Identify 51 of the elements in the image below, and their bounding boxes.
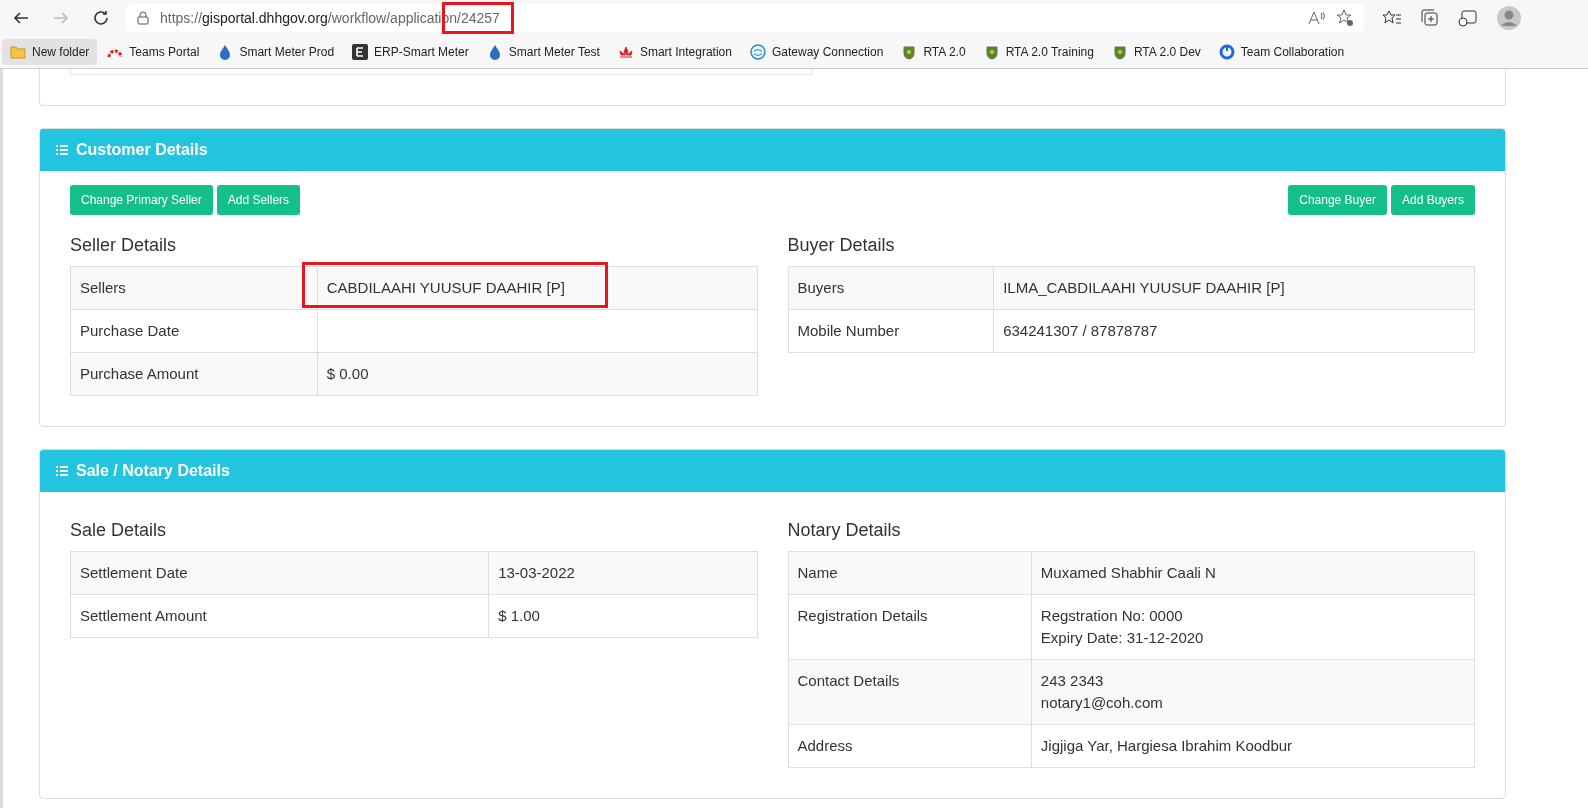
panel-heading: Buyer Details [787, 235, 896, 256]
section-title: Sale / Notary Details [76, 462, 230, 480]
reload-icon [92, 9, 110, 27]
browser-window-icon[interactable] [1458, 9, 1478, 27]
bookmark[interactable]: Teams Portal [99, 39, 208, 65]
letter-e-icon [352, 44, 369, 60]
section-title: Customer Details [76, 141, 208, 159]
label-cell: Buyers [788, 267, 995, 310]
favorites-icon[interactable] [1382, 9, 1402, 27]
lotus-icon [617, 44, 634, 60]
bookmark[interactable]: Smart Meter Test [478, 39, 608, 65]
list-icon [56, 144, 68, 156]
value-cell: $ 0.00 [317, 353, 757, 396]
bookmark[interactable]: RTA 2.0 Training [975, 39, 1102, 65]
crest-icon [983, 44, 1000, 60]
value-cell: Muxamed Shabhir Caali N [1031, 552, 1474, 595]
label-cell: Settlement Amount [71, 595, 490, 638]
crest-icon [901, 44, 918, 60]
collections-icon[interactable] [1420, 9, 1440, 27]
list-icon [56, 465, 68, 477]
value-cell: ILMA_CABDILAAHI YUUSUF DAAHIR [P] [994, 267, 1474, 310]
panel-heading: Seller Details [70, 235, 178, 256]
bookmark[interactable]: ERP-Smart Meter [344, 39, 477, 65]
bookmark[interactable]: Team Collaboration [1210, 39, 1353, 65]
panel-heading: Notary Details [787, 520, 902, 541]
folder-icon [10, 44, 26, 60]
bookmark[interactable]: RTA 2.0 Dev [1103, 39, 1209, 65]
label-cell: Sellers [71, 267, 318, 310]
bookmark[interactable]: RTA 2.0 [893, 39, 974, 65]
label-cell: Address [788, 725, 1032, 768]
bookmark[interactable]: Smart Meter Prod [209, 39, 343, 65]
bookmark[interactable]: Gateway Connection [741, 39, 892, 65]
label-cell: Purchase Date [71, 310, 318, 353]
label-cell: Purchase Amount [71, 353, 318, 396]
star-plus-icon[interactable] [1336, 9, 1354, 27]
globe-icon [749, 44, 766, 60]
label-cell: Name [788, 552, 1032, 595]
crest-icon [1111, 44, 1128, 60]
label-cell: Mobile Number [788, 310, 995, 353]
lock-icon [136, 11, 150, 25]
bookmark[interactable]: New folder [2, 39, 98, 65]
ring-icon [1218, 44, 1235, 60]
bookmark[interactable]: Smart Integration [609, 39, 740, 65]
panel-heading: Sale Details [70, 520, 168, 541]
label-cell: Contact Details [788, 660, 1032, 725]
avatar-icon[interactable] [1496, 5, 1522, 31]
label-cell: Settlement Date [71, 552, 490, 595]
value-cell: 13-03-2022 [489, 552, 757, 595]
value-cell: 243 2343 notary1@coh.com [1031, 660, 1474, 725]
label-cell: Registration Details [788, 595, 1032, 660]
read-aloud-icon[interactable] [1308, 10, 1326, 26]
